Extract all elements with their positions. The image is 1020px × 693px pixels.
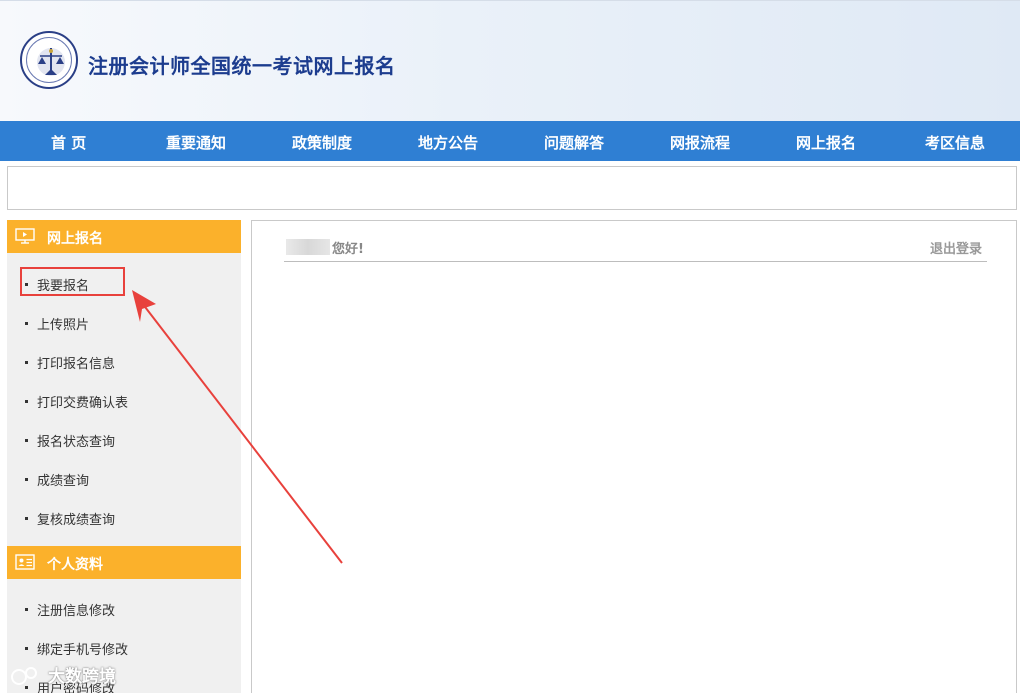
sidebar-item-print-payment[interactable]: 打印交费确认表 (24, 392, 128, 411)
sidebar-section-title: 网上报名 (47, 231, 103, 247)
sidebar-item-status-query[interactable]: 报名状态查询 (24, 431, 115, 450)
sidebar-item-upload-photo[interactable]: 上传照片 (24, 314, 89, 333)
sidebar-item-review-query[interactable]: 复核成绩查询 (24, 509, 115, 528)
highlight-box (20, 267, 125, 296)
site-header: 注册会计师全国统一考试网上报名 (0, 0, 1020, 121)
nav-exam-area-info[interactable]: 考区信息 (925, 132, 985, 153)
sidebar: 网上报名 我要报名 上传照片 打印报名信息 打印交费确认表 报名状态查询 成绩查… (7, 220, 241, 693)
nav-faq[interactable]: 问题解答 (544, 132, 604, 153)
nav-online-registration[interactable]: 网上报名 (796, 132, 856, 153)
cicpa-logo (20, 31, 78, 89)
main-nav: 首 页 重要通知 政策制度 地方公告 问题解答 网报流程 网上报名 考区信息 (0, 121, 1020, 161)
watermark-text: 大数跨境 (48, 667, 116, 687)
nav-local-announcement[interactable]: 地方公告 (418, 132, 478, 153)
scales-emblem-icon (37, 48, 65, 76)
divider (284, 261, 987, 262)
nav-home[interactable]: 首 页 (51, 132, 86, 153)
sidebar-item-edit-phone[interactable]: 绑定手机号修改 (24, 639, 128, 658)
sidebar-section-registration[interactable]: 网上报名 (7, 220, 241, 253)
nav-process[interactable]: 网报流程 (670, 132, 730, 153)
notice-bar (7, 166, 1017, 210)
greeting-text: 您好! (332, 242, 364, 257)
nav-policy[interactable]: 政策制度 (292, 132, 352, 153)
sidebar-item-print-info[interactable]: 打印报名信息 (24, 353, 115, 372)
sidebar-item-score-query[interactable]: 成绩查询 (24, 470, 89, 489)
main-panel: 您好! 退出登录 (251, 220, 1017, 693)
username-redacted (286, 239, 330, 255)
id-card-icon (15, 554, 35, 570)
nav-important-notice[interactable]: 重要通知 (166, 132, 226, 153)
sidebar-item-edit-registration[interactable]: 注册信息修改 (24, 600, 115, 619)
sidebar-section-profile[interactable]: 个人资料 (7, 546, 241, 579)
site-title: 注册会计师全国统一考试网上报名 (88, 54, 396, 78)
logout-link[interactable]: 退出登录 (930, 238, 982, 257)
monitor-icon (15, 228, 35, 244)
watermark-logo-icon (11, 667, 37, 685)
sidebar-section-title: 个人资料 (47, 557, 103, 573)
